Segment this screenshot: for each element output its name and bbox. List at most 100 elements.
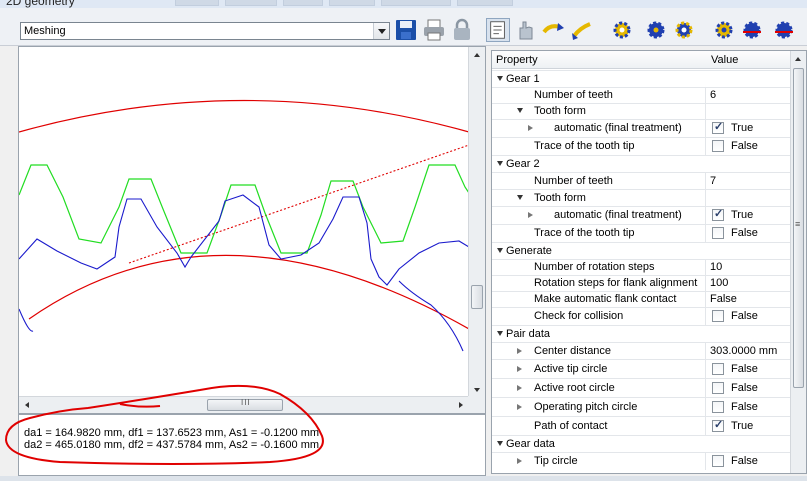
property-value-cell[interactable]: 6 [705,87,790,103]
scroll-right-arrow-icon[interactable] [453,397,469,413]
gear-icon[interactable] [610,18,634,42]
save-icon[interactable] [394,18,418,42]
collapsed-triangle-icon[interactable] [517,365,522,372]
zoom-in-icon[interactable] [542,18,566,42]
property-label: Tooth form [534,105,586,117]
property-checkbox[interactable] [712,207,724,221]
lock-icon[interactable] [450,18,474,42]
scroll-thumb[interactable]: III [207,398,283,411]
expand-triangle-icon[interactable] [517,194,523,200]
property-checkbox[interactable] [712,418,724,432]
grid-row[interactable]: Active root circle False [492,378,790,397]
property-value-cell[interactable]: 10 [705,259,790,275]
expand-triangle-icon[interactable] [497,330,503,336]
grid-row[interactable]: Rotation steps for flank alignment 100 [492,275,790,291]
scroll-up-arrow-icon[interactable] [469,47,485,63]
expand-triangle-icon[interactable] [497,247,503,253]
property-value-cell[interactable]: True [705,416,790,435]
grid-category[interactable]: Gear data [492,435,790,452]
gear-icon[interactable] [644,18,668,42]
property-checkbox[interactable] [712,381,724,394]
grid-row[interactable]: Path of contact True [492,416,790,435]
property-grid-scrollbar[interactable] [790,51,806,473]
scroll-up-arrow-icon[interactable] [791,51,806,67]
view-select[interactable]: Meshing [20,22,390,40]
grid-row[interactable]: Tooth form [492,189,790,206]
results-text-area[interactable]: da1 = 164.9820 mm, df1 = 137.6523 mm, As… [18,414,486,476]
collapsed-triangle-icon[interactable] [517,384,522,391]
property-value-cell[interactable]: False [705,224,790,242]
grid-category[interactable]: Gear 2 [492,155,790,172]
grid-row[interactable]: Number of teeth 7 [492,172,790,189]
expand-triangle-icon[interactable] [517,108,523,113]
drawing-vertical-scrollbar[interactable] [468,47,485,398]
property-value-cell[interactable]: True [705,119,790,137]
property-value-cell[interactable] [705,103,790,119]
grid-category[interactable]: Pair data [492,325,790,342]
collapsed-triangle-icon[interactable] [528,212,533,218]
zoom-out-icon[interactable] [570,18,594,42]
property-value-cell[interactable]: False [705,137,790,155]
collapsed-triangle-icon[interactable] [517,347,522,354]
chevron-down-icon[interactable] [373,23,389,39]
property-checkbox[interactable] [712,310,724,322]
grid-row[interactable]: Check for collision False [492,307,790,325]
scroll-thumb[interactable] [793,68,804,388]
print-icon[interactable] [422,18,446,42]
gear-icon[interactable] [740,18,764,42]
grid-row[interactable]: automatic (final treatment) True [492,119,790,137]
grid-row[interactable]: Make automatic flank contact False [492,291,790,307]
gear-mesh-canvas[interactable] [19,47,469,397]
grid-row[interactable]: Center distance 303.0000 mm [492,342,790,359]
collapsed-triangle-icon[interactable] [517,403,522,410]
grid-row[interactable]: Tip circle False [492,452,790,470]
property-value: False [710,293,737,305]
property-value: 7 [710,174,717,187]
grid-row[interactable]: Tooth form [492,103,790,119]
property-value-cell[interactable]: False [705,397,790,416]
grid-row[interactable]: Number of teeth 6 [492,87,790,103]
drawing-horizontal-scrollbar[interactable]: III [19,396,469,413]
property-checkbox[interactable] [712,227,724,239]
result-line-gear1: da1 = 164.9820 mm, df1 = 137.6523 mm, As… [24,427,320,439]
property-checkbox[interactable] [712,120,724,134]
property-value-cell[interactable]: False [705,359,790,378]
property-value-cell[interactable]: False [705,291,790,307]
row-separator [492,435,790,436]
grid-category[interactable]: Generate [492,242,790,259]
property-checkbox[interactable] [712,455,724,467]
property-value: 100 [710,277,729,289]
property-checkbox[interactable] [712,140,724,152]
collapsed-triangle-icon[interactable] [528,125,533,131]
grid-row[interactable]: Operating pitch circle False [492,397,790,416]
property-value-cell[interactable]: False [705,307,790,325]
property-value-cell[interactable]: False [705,452,790,470]
grid-row[interactable]: Trace of the tooth tip False [492,224,790,242]
grid-row[interactable]: Active tip circle False [492,359,790,378]
scroll-thumb[interactable] [471,285,483,309]
grid-row[interactable]: Trace of the tooth tip False [492,137,790,155]
collapsed-triangle-icon[interactable] [517,458,522,464]
property-value-cell[interactable]: 303.0000 mm [705,342,790,359]
property-value-cell[interactable]: 100 [705,275,790,291]
expand-triangle-icon[interactable] [497,75,503,81]
property-value-cell[interactable]: True [705,206,790,224]
property-value-cell[interactable] [705,189,790,206]
property-checkbox[interactable] [712,400,724,413]
properties-icon[interactable] [486,18,510,42]
expand-triangle-icon[interactable] [497,160,503,166]
gear-drawing[interactable] [19,47,469,397]
property-checkbox[interactable] [712,362,724,375]
scroll-left-arrow-icon[interactable] [19,397,35,413]
grid-row[interactable]: Number of rotation steps 10 [492,259,790,275]
gear-icon[interactable] [772,18,796,42]
grid-category[interactable]: Gear 1 [492,70,790,87]
expand-triangle-icon[interactable] [497,440,503,446]
gear-icon[interactable] [672,18,696,42]
hand-icon[interactable] [514,18,538,42]
gear-icon[interactable] [712,18,736,42]
property-value-cell[interactable]: 7 [705,172,790,189]
background-tab [225,0,277,6]
grid-row[interactable]: automatic (final treatment) True [492,206,790,224]
property-value-cell[interactable]: False [705,378,790,397]
